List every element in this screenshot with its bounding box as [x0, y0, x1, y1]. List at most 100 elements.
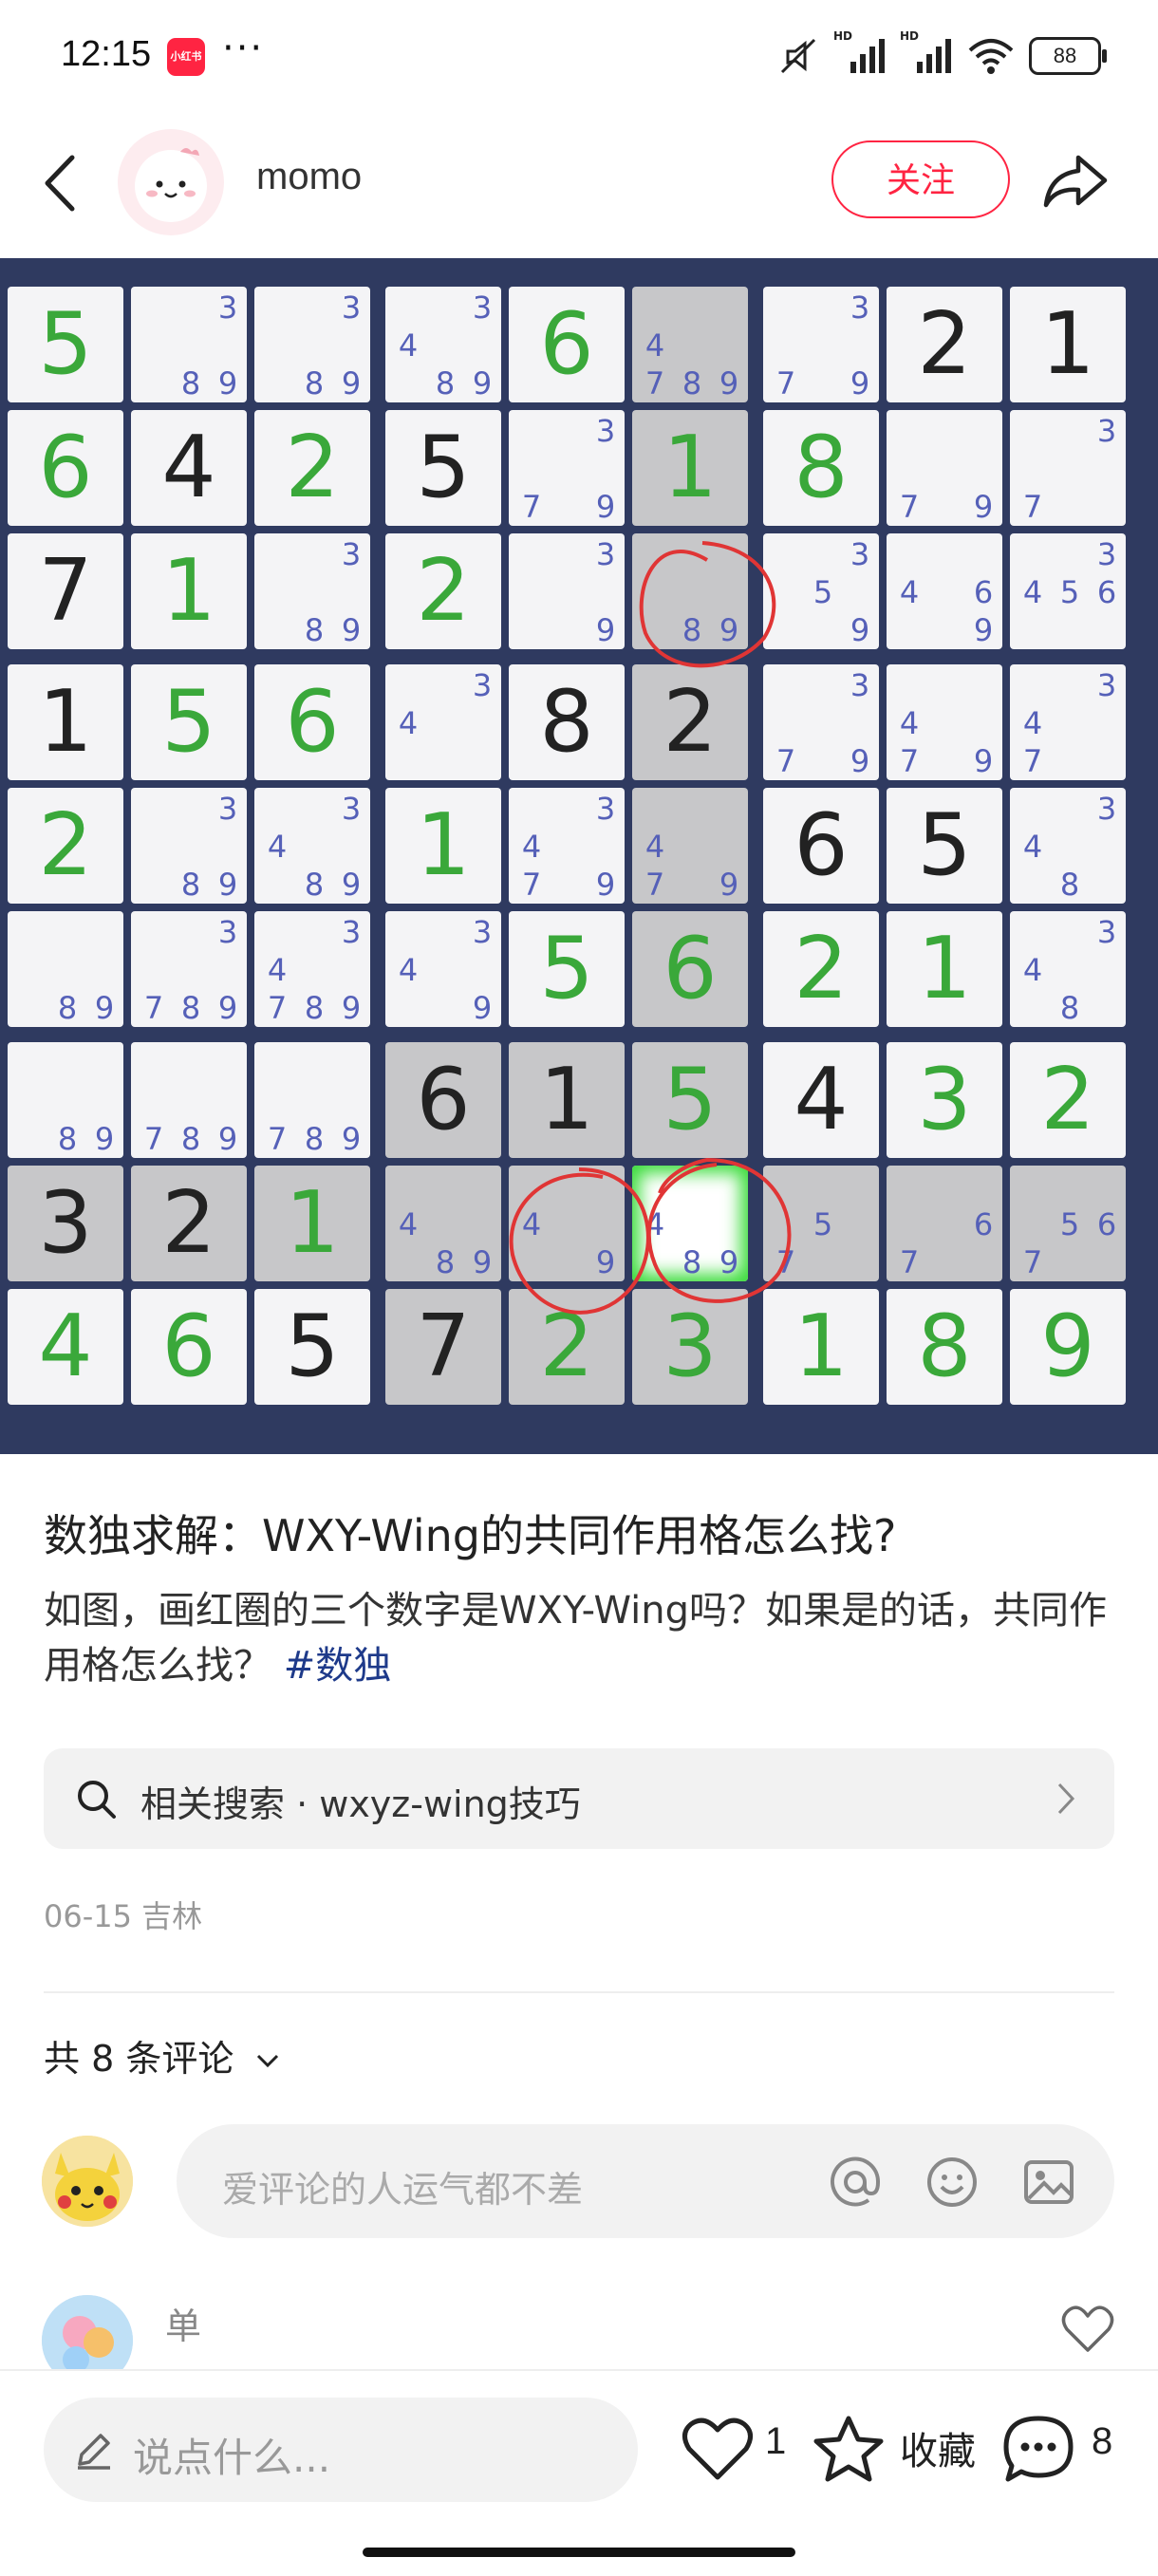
sudoku-cell: 2	[1010, 1042, 1126, 1158]
cell-candidate: 9	[973, 612, 994, 648]
wifi-icon	[968, 39, 1014, 74]
comment-input[interactable]: 爱评论的人运气都不差	[177, 2124, 1114, 2238]
sudoku-cell: 7	[8, 533, 123, 649]
cell-candidate: 7	[775, 365, 796, 401]
sudoku-cell: 79	[887, 410, 1002, 526]
author-name[interactable]: momo	[256, 156, 362, 198]
cell-candidate: 4	[644, 327, 665, 364]
share-icon[interactable]	[1040, 150, 1111, 213]
sudoku-cell: 5	[8, 287, 123, 402]
sudoku-cell: 3 89	[254, 533, 370, 649]
sudoku-cell: 67	[887, 1166, 1002, 1281]
sudoku-cell: 3 789	[131, 911, 247, 1027]
cell-candidate: 3	[850, 667, 870, 703]
sudoku-grid: 5389389348964789379216425379187937713892…	[8, 287, 1150, 1426]
cell-candidate: 8	[1059, 990, 1080, 1026]
sudoku-cell: 4	[8, 1289, 123, 1405]
related-search-text: 相关搜索 · wxyz-wing技巧	[140, 1783, 581, 1825]
back-arrow-icon[interactable]	[36, 150, 84, 216]
sudoku-cell: 6	[509, 287, 625, 402]
cell-candidate: 5	[1059, 574, 1080, 610]
hd-label: HD	[900, 29, 920, 43]
cell-candidate: 3	[850, 289, 870, 326]
follow-button[interactable]: 关注	[831, 140, 1010, 218]
cell-candidate: 3	[595, 791, 616, 827]
cell-candidate: 5	[1059, 1206, 1080, 1242]
cell-candidate: 8	[682, 612, 702, 648]
sudoku-cell: 1	[8, 664, 123, 780]
sudoku-cell: 3	[8, 1166, 123, 1281]
sudoku-cell: 5	[254, 1289, 370, 1405]
cell-value: 6	[539, 294, 594, 394]
sudoku-cell: 3 89	[131, 788, 247, 904]
hashtag-link[interactable]: #数独	[284, 1644, 392, 1688]
sudoku-cell: 89	[8, 911, 123, 1027]
cell-value: 2	[539, 1297, 594, 1396]
sudoku-cell: 1	[763, 1289, 879, 1405]
cell-candidate: 9	[217, 867, 238, 903]
cell-candidate: 8	[304, 612, 325, 648]
post-image[interactable]: 5389389348964789379216425379187937713892…	[0, 258, 1158, 1454]
cell-value: 4	[38, 1297, 93, 1396]
signal-icon-2: HD	[900, 29, 953, 75]
related-search-bar[interactable]: 相关搜索 · wxyz-wing技巧	[44, 1748, 1114, 1849]
sudoku-cell: 47 9	[887, 664, 1002, 780]
image-upload-icon[interactable]	[1021, 2155, 1076, 2210]
sudoku-cell: 3 48	[1010, 788, 1126, 904]
post-title: 数独求解：WXY-Wing的共同作用格怎么找?	[44, 1510, 897, 1561]
sudoku-cell: 3 7 9	[763, 287, 879, 402]
cell-candidate: 4	[1022, 574, 1043, 610]
cell-candidate: 3	[1096, 791, 1117, 827]
cell-value: 6	[416, 1050, 471, 1149]
cell-candidate: 7	[143, 990, 164, 1026]
cell-candidate: 3	[217, 914, 238, 950]
cell-candidate: 4	[267, 952, 288, 988]
home-indicator[interactable]	[363, 2548, 795, 2557]
cell-candidate: 4	[899, 705, 920, 741]
cell-value: 3	[917, 1050, 972, 1149]
comment-sort-toggle[interactable]: 共 8 条评论	[44, 2029, 281, 2081]
sudoku-cell: 8	[763, 410, 879, 526]
sudoku-cell: 3 89	[254, 287, 370, 402]
cell-candidate: 7	[1022, 489, 1043, 525]
mention-icon[interactable]	[828, 2155, 883, 2210]
collect-star-icon[interactable]	[811, 2413, 887, 2485]
cell-value: 6	[161, 1297, 216, 1396]
post-date: 06-15	[44, 1898, 132, 1934]
sudoku-cell: 2	[254, 410, 370, 526]
sudoku-cell: 3	[887, 1042, 1002, 1158]
comment-like-icon[interactable]	[1061, 2305, 1114, 2354]
say-something-input[interactable]: 说点什么...	[44, 2398, 638, 2502]
cell-candidate: 4	[267, 829, 288, 865]
cell-candidate: 8	[180, 365, 201, 401]
cell-candidate: 8	[1059, 867, 1080, 903]
like-heart-icon[interactable]	[680, 2413, 756, 2485]
cell-candidate: 4	[521, 829, 542, 865]
cell-candidate: 7	[521, 489, 542, 525]
cell-candidate: 7	[775, 743, 796, 779]
cell-candidate: 7	[644, 867, 665, 903]
cell-value: 9	[1040, 1297, 1095, 1396]
sudoku-cell: 89	[632, 533, 748, 649]
cell-value: 2	[38, 795, 93, 895]
sudoku-cell: 6	[8, 410, 123, 526]
cell-candidate: 8	[304, 365, 325, 401]
cell-value: 5	[663, 1050, 718, 1149]
commenter-name[interactable]: 单	[165, 2297, 201, 2349]
comment-bubble-icon[interactable]	[1000, 2413, 1076, 2485]
sudoku-cell: 2	[509, 1289, 625, 1405]
emoji-icon[interactable]	[925, 2155, 980, 2210]
sudoku-cell: 3 489	[254, 788, 370, 904]
cell-candidate: 8	[180, 867, 201, 903]
cell-candidate: 9	[217, 365, 238, 401]
cell-candidate: 7	[644, 365, 665, 401]
status-icons: HD HD 88	[776, 29, 1107, 80]
bottom-action-bar: 说点什么... 1 收藏 8	[0, 2369, 1158, 2576]
author-avatar[interactable]	[118, 129, 224, 235]
cell-candidate: 6	[973, 1206, 994, 1242]
cell-candidate: 7	[899, 489, 920, 525]
sudoku-cell: 5	[509, 911, 625, 1027]
sudoku-cell: 8	[509, 664, 625, 780]
cell-candidate: 8	[682, 365, 702, 401]
cell-candidate: 9	[472, 365, 493, 401]
